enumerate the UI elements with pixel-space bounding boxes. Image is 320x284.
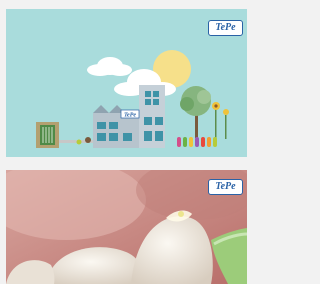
tepe-logo: TePe	[208, 20, 243, 36]
box-icon	[36, 122, 59, 148]
tree-icon	[180, 86, 211, 138]
factory-illustration-card[interactable]: TePe TePe	[6, 9, 247, 157]
svg-text:TePe: TePe	[124, 112, 136, 118]
cloud-icon	[87, 57, 132, 76]
tepe-logo: TePe	[208, 179, 243, 195]
flower-icon	[212, 102, 229, 139]
toothbrush-row	[177, 137, 217, 147]
toothbrush-photo-card[interactable]: TePe	[6, 170, 247, 284]
